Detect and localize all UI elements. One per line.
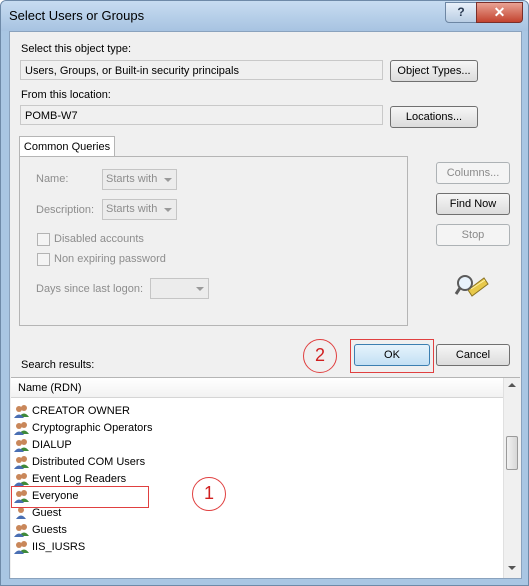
group-icon xyxy=(14,473,29,487)
list-item-label: IIS_IUSRS xyxy=(32,541,86,553)
group-icon xyxy=(14,422,29,436)
list-item-label: Event Log Readers xyxy=(32,473,127,485)
find-now-button[interactable]: Find Now xyxy=(436,193,510,215)
name-mode-select[interactable]: Starts with xyxy=(102,169,177,190)
dialog-title: Select Users or Groups xyxy=(9,8,145,23)
help-button[interactable]: ? xyxy=(445,2,477,23)
annotation-marker-1: 1 xyxy=(192,477,226,511)
search-results-list[interactable]: Name (RDN) CREATOR OWNER Cryptographic Op… xyxy=(11,377,520,578)
search-results-label: Search results: xyxy=(21,359,95,371)
annotation-marker-2: 2 xyxy=(303,339,337,373)
list-item[interactable]: IIS_IUSRS xyxy=(13,539,85,556)
description-label: Description: xyxy=(36,204,95,216)
group-icon xyxy=(14,456,29,470)
object-type-field: Users, Groups, or Built-in security prin… xyxy=(20,60,383,80)
chevron-down-icon xyxy=(164,208,172,212)
group-icon xyxy=(14,541,29,555)
list-item[interactable]: DIALUP xyxy=(13,437,72,454)
description-mode-select[interactable]: Starts with xyxy=(102,199,177,220)
search-users-icon xyxy=(454,275,489,297)
chevron-down-icon xyxy=(196,287,204,291)
list-item-label: CREATOR OWNER xyxy=(32,405,130,417)
chevron-down-icon xyxy=(164,178,172,182)
dialog-body: Select this object type: Users, Groups, … xyxy=(9,31,522,579)
non-expiring-checkbox[interactable] xyxy=(37,253,50,266)
disabled-accounts-label: Disabled accounts xyxy=(54,233,144,245)
close-button[interactable]: ✕ xyxy=(476,2,523,23)
days-since-logon-label: Days since last logon: xyxy=(36,283,143,295)
days-since-logon-select[interactable] xyxy=(150,278,209,299)
dialog-window: Select Users or Groups ? ✕ Select this o… xyxy=(0,0,529,586)
location-field: POMB-W7 xyxy=(20,105,383,125)
name-label: Name: xyxy=(36,173,69,185)
object-type-label: Select this object type: xyxy=(21,43,132,55)
list-item-label: DIALUP xyxy=(32,439,72,451)
locations-button[interactable]: Locations... xyxy=(390,106,478,128)
cancel-button[interactable]: Cancel xyxy=(436,344,510,366)
group-icon xyxy=(14,405,29,419)
description-mode-value: Starts with xyxy=(106,203,158,215)
list-item[interactable]: CREATOR OWNER xyxy=(13,403,130,420)
list-item-label: Guest xyxy=(32,507,62,519)
scroll-thumb[interactable] xyxy=(506,436,518,470)
everyone-highlight xyxy=(11,486,149,508)
column-header-name[interactable]: Name (RDN) xyxy=(11,378,503,398)
ok-button[interactable]: OK xyxy=(354,344,430,366)
group-icon xyxy=(14,439,29,453)
location-label: From this location: xyxy=(21,89,111,101)
non-expiring-label: Non expiring password xyxy=(54,253,166,265)
list-item-label: Guests xyxy=(32,524,67,536)
columns-button[interactable]: Columns... xyxy=(436,162,510,184)
list-item[interactable]: Distributed COM Users xyxy=(13,454,145,471)
tab-common-queries[interactable]: Common Queries xyxy=(19,136,115,157)
name-mode-value: Starts with xyxy=(106,173,158,185)
group-icon xyxy=(14,524,29,538)
scroll-up-icon[interactable] xyxy=(508,383,516,387)
stop-button[interactable]: Stop xyxy=(436,224,510,246)
disabled-accounts-checkbox[interactable] xyxy=(37,233,50,246)
results-scrollbar[interactable] xyxy=(503,378,520,578)
common-queries-panel: Name: Starts with Description: Starts wi… xyxy=(19,156,408,326)
object-types-button[interactable]: Object Types... xyxy=(390,60,478,82)
list-item[interactable]: Cryptographic Operators xyxy=(13,420,152,437)
title-bar: Select Users or Groups ? ✕ xyxy=(1,1,528,31)
list-item[interactable]: Guests xyxy=(13,522,67,539)
list-item-label: Distributed COM Users xyxy=(32,456,146,468)
scroll-down-icon[interactable] xyxy=(508,566,516,570)
user-icon xyxy=(16,507,26,520)
list-item-label: Cryptographic Operators xyxy=(32,422,153,434)
